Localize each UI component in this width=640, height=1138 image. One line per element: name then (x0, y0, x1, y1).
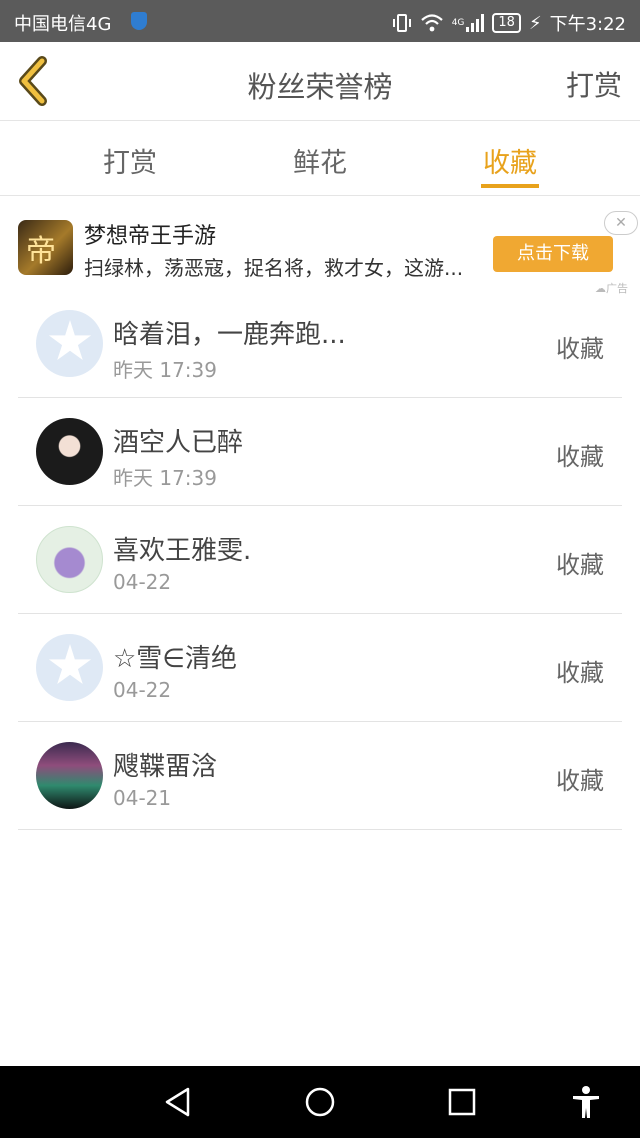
list-item[interactable]: 晗着泪，一鹿奔跑... 昨天 17:39 收藏 (0, 290, 640, 398)
vibrate-icon (392, 14, 411, 32)
cup-photo-avatar[interactable] (36, 526, 103, 593)
game-app-icon: 帝 (18, 220, 73, 275)
shield-icon (131, 12, 147, 30)
timestamp: 昨天 17:39 (113, 358, 217, 382)
favorites-list: 晗着泪，一鹿奔跑... 昨天 17:39 收藏 酒空人已醉 昨天 17:39 收… (0, 290, 640, 830)
nav-home-button[interactable] (302, 1084, 338, 1120)
list-item[interactable]: 酒空人已醉 昨天 17:39 收藏 (0, 398, 640, 506)
tab-flowers[interactable]: 鲜花 (260, 141, 380, 180)
qq-default-avatar[interactable] (36, 310, 103, 377)
ad-close-button[interactable]: ✕ (604, 211, 638, 235)
page-header: 粉丝荣誉榜 打赏 (0, 42, 640, 121)
network-type-label: 4G (451, 18, 465, 28)
tab-reward[interactable]: 打赏 (70, 141, 190, 180)
user-name: 喜欢王雅雯. (113, 536, 252, 566)
signal-icon (466, 14, 485, 32)
accessibility-icon (573, 1086, 599, 1118)
user-name: ☆雪∈清绝 (113, 644, 237, 674)
action-label: 收藏 (556, 551, 604, 579)
nav-recents-button[interactable] (444, 1084, 480, 1120)
carrier-label: 中国电信4G (14, 14, 112, 35)
girl-portrait-avatar[interactable] (36, 418, 103, 485)
recents-square-icon (448, 1088, 476, 1116)
user-name: 晗着泪，一鹿奔跑... (113, 320, 346, 350)
home-circle-icon (305, 1087, 335, 1117)
nav-accessibility-button[interactable] (568, 1084, 604, 1120)
back-triangle-icon (165, 1087, 190, 1117)
list-item[interactable]: ☆雪∈清绝 04-22 收藏 (0, 614, 640, 722)
action-label: 收藏 (556, 443, 604, 471)
row-divider (18, 829, 622, 830)
timestamp: 04-22 (113, 678, 172, 702)
timestamp: 04-22 (113, 570, 172, 594)
reward-button[interactable]: 打赏 (566, 64, 622, 104)
action-label: 收藏 (556, 335, 604, 363)
action-label: 收藏 (556, 767, 604, 795)
system-nav-bar (0, 1066, 640, 1138)
nav-back-button[interactable] (160, 1084, 196, 1120)
list-item[interactable]: 喜欢王雅雯. 04-22 收藏 (0, 506, 640, 614)
qq-default-avatar[interactable] (36, 634, 103, 701)
tab-bar: 打赏 鲜花 收藏 (0, 121, 640, 196)
user-name: 酒空人已醉 (113, 428, 244, 458)
game-app-icon-text: 帝 (26, 234, 56, 269)
status-right: 4G 18 ⚡ 下午3:22 (392, 10, 626, 36)
ad-description: 扫绿林，荡恶寇，捉名将，救才女，这游... (84, 256, 464, 280)
active-tab-indicator (481, 184, 539, 188)
status-bar: 中国电信4G 4G 18 ⚡ 下午3:22 (0, 0, 640, 42)
ad-banner[interactable]: 帝 梦想帝王手游 扫绿林，荡恶寇，捉名将，救才女，这游... 点击下载 ✕ ☁广… (0, 196, 640, 296)
timestamp: 昨天 17:39 (113, 466, 217, 490)
timestamp: 04-21 (113, 786, 172, 810)
user-name: 飕鞢畱浛 (113, 752, 218, 782)
action-label: 收藏 (556, 659, 604, 687)
aurora-photo-avatar[interactable] (36, 742, 103, 809)
ad-download-button[interactable]: 点击下载 (493, 236, 613, 272)
page-title: 粉丝荣誉榜 (247, 70, 393, 104)
wifi-icon (420, 14, 443, 32)
list-item[interactable]: 飕鞢畱浛 04-21 收藏 (0, 722, 640, 830)
clock: 下午3:22 (549, 14, 626, 35)
tab-favorites[interactable]: 收藏 (450, 141, 570, 180)
battery-icon: 18 (492, 13, 521, 33)
charging-icon: ⚡ (528, 12, 542, 34)
ad-title: 梦想帝王手游 (84, 224, 217, 249)
